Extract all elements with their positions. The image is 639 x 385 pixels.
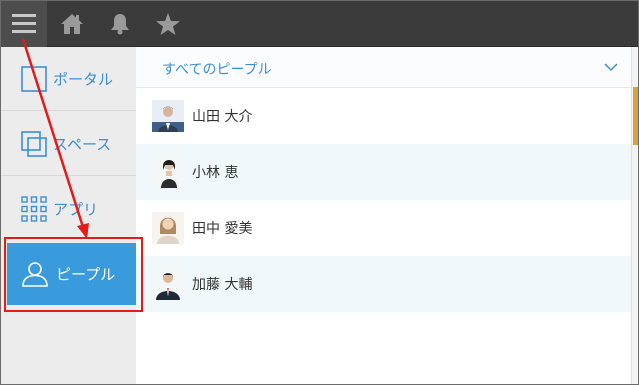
avatar [152,212,184,244]
home-button[interactable] [49,1,95,47]
chevron-down-icon [604,63,618,72]
people-panel: すべてのピープル 山田 大介 小林 恵 田中 愛美 加藤 大輔 [136,47,631,384]
avatar [152,268,184,300]
avatar [152,100,184,132]
person-name: 加藤 大輔 [192,277,253,293]
favorites-button[interactable] [145,1,191,47]
people-filter-dropdown[interactable]: すべてのピープル [136,47,631,88]
person-row[interactable]: 小林 恵 [136,144,631,200]
avatar [152,156,184,188]
portal-icon [21,65,47,92]
person-name: 小林 恵 [192,165,239,181]
sidebar-item-label: ポータル [53,70,114,88]
sidebar-item-apps[interactable]: アプリ [1,177,136,241]
top-bar [1,1,638,47]
sidebar: ポータル スペース アプリ ピープル [1,47,137,384]
menu-icon [12,14,36,33]
person-row[interactable]: 山田 大介 [136,88,631,144]
person-name: 山田 大介 [192,109,253,125]
menu-button[interactable] [1,1,47,47]
sidebar-item-label: スペース [53,135,112,153]
home-icon [61,14,83,34]
sidebar-item-portal[interactable]: ポータル [1,47,136,111]
sidebar-item-space[interactable]: スペース [1,112,136,176]
person-row[interactable]: 田中 愛美 [136,200,631,256]
scrollbar[interactable] [631,47,638,384]
star-icon [156,13,180,35]
app-frame: ポータル スペース アプリ ピープル すべてのピープル 山田 大介 小林 恵 田… [0,0,639,385]
space-icon [21,130,47,157]
filter-label: すべてのピープル [162,62,272,78]
annotation-highlight-box [4,237,143,312]
person-name: 田中 愛美 [192,221,253,237]
notifications-button[interactable] [97,1,143,47]
person-row[interactable]: 加藤 大輔 [136,256,631,312]
sidebar-item-label: アプリ [53,200,99,219]
scrollbar-thumb[interactable] [633,87,638,145]
bell-icon [111,14,129,35]
apps-grid-icon [21,196,47,222]
